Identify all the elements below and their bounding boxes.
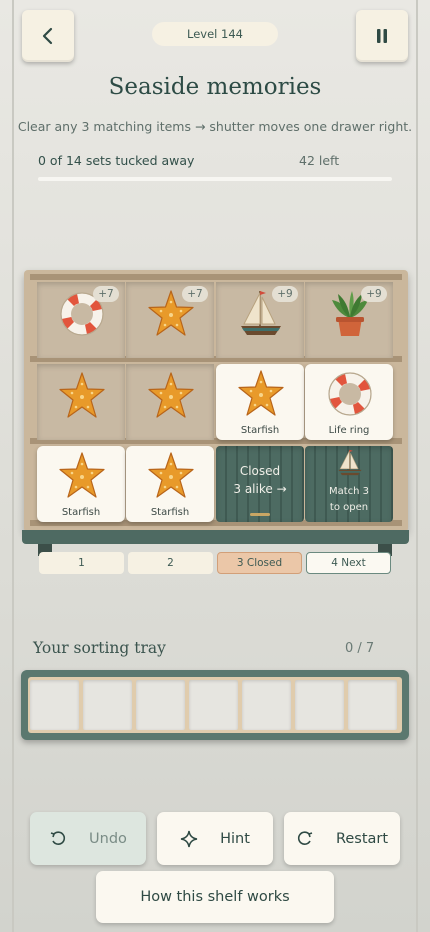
undo-label: Undo bbox=[89, 830, 127, 847]
closed-shutter: Closed 3 alike → bbox=[216, 446, 304, 522]
tray-title: Your sorting tray bbox=[33, 639, 166, 657]
restart-icon bbox=[297, 830, 313, 845]
shelf-item-starfish bbox=[126, 364, 214, 440]
right-frame-line bbox=[416, 0, 418, 932]
tray-slot[interactable] bbox=[295, 680, 344, 730]
progress-text: 0 of 14 sets tucked away bbox=[38, 153, 195, 168]
shelf-item-starfish bbox=[37, 364, 125, 440]
column-tab-2[interactable]: 2 bbox=[128, 552, 213, 574]
level-label: Level 144 bbox=[152, 22, 278, 46]
instructions: Clear any 3 matching items → shutter mov… bbox=[17, 119, 413, 134]
column-tab-4[interactable]: 4 Next bbox=[306, 552, 391, 574]
hint-label: Hint bbox=[220, 830, 250, 847]
item-label: Starfish bbox=[150, 507, 190, 518]
shelf-rail bbox=[30, 274, 402, 280]
column-tab-1[interactable]: 1 bbox=[39, 552, 124, 574]
shelf-item-starfish[interactable]: Starfish bbox=[216, 364, 304, 440]
undo-button[interactable]: Undo bbox=[30, 812, 146, 865]
starfish-icon bbox=[59, 372, 105, 418]
locked-line-1: Match 3 bbox=[328, 486, 370, 497]
shelf-item-starfish[interactable]: Starfish bbox=[37, 446, 125, 522]
tray-count: 0 / 7 bbox=[345, 641, 375, 656]
starfish-icon bbox=[148, 452, 194, 498]
stack-count-badge: +9 bbox=[361, 286, 387, 302]
item-label: Life ring bbox=[328, 425, 370, 436]
shelf-item-starfish: +7 bbox=[126, 282, 214, 358]
sorting-tray bbox=[21, 670, 409, 740]
column-tab-3[interactable]: 3 Closed bbox=[217, 552, 302, 574]
shelf: +7 +7 +9 +9 Starfish Life ring Starfish Starfis… bbox=[24, 270, 408, 532]
tray-slot[interactable] bbox=[189, 680, 238, 730]
item-label: Starfish bbox=[61, 507, 101, 518]
shelf-item-potted-plant: +9 bbox=[305, 282, 393, 358]
starfish-icon bbox=[238, 370, 284, 416]
stack-count-badge: +9 bbox=[272, 286, 298, 302]
chevron-left-icon bbox=[42, 27, 53, 45]
back-button[interactable] bbox=[22, 10, 74, 62]
remaining-count: 42 left bbox=[299, 153, 340, 168]
progress-bar bbox=[38, 177, 392, 181]
tray-inner bbox=[28, 677, 402, 733]
left-frame-line bbox=[12, 0, 14, 932]
stack-count-badge: +7 bbox=[93, 286, 119, 302]
item-label: Starfish bbox=[240, 425, 280, 436]
page-title: Seaside memories bbox=[108, 74, 322, 100]
restart-label: Restart bbox=[335, 830, 389, 847]
locked-drawer: Match 3 to open bbox=[305, 446, 393, 522]
pause-icon bbox=[377, 29, 387, 43]
shelf-item-life-ring: +7 bbox=[37, 282, 125, 358]
starfish-icon bbox=[59, 452, 105, 498]
starfish-icon bbox=[148, 372, 194, 418]
life-ring-icon bbox=[328, 372, 372, 416]
shutter-hint: 3 alike → bbox=[233, 482, 287, 496]
how-it-works-button[interactable]: How this shelf works bbox=[96, 871, 334, 923]
tray-slot[interactable] bbox=[83, 680, 132, 730]
how-it-works-label: How this shelf works bbox=[140, 889, 290, 905]
tray-slot[interactable] bbox=[348, 680, 397, 730]
hint-button[interactable]: Hint bbox=[157, 812, 273, 865]
tray-slot[interactable] bbox=[136, 680, 185, 730]
shutter-handle bbox=[250, 513, 270, 516]
undo-icon bbox=[50, 830, 66, 845]
restart-button[interactable]: Restart bbox=[284, 812, 400, 865]
shelf-item-life-ring[interactable]: Life ring bbox=[305, 364, 393, 440]
locked-text: Match 3 to open bbox=[305, 484, 393, 516]
shutter-text: Closed 3 alike → bbox=[216, 462, 304, 498]
locked-line-2: to open bbox=[329, 502, 369, 513]
shutter-status: Closed bbox=[239, 464, 281, 478]
stack-count-badge: +7 bbox=[182, 286, 208, 302]
shelf-base bbox=[22, 530, 409, 544]
shelf-item-sailboat: +9 bbox=[216, 282, 304, 358]
pause-button[interactable] bbox=[356, 10, 408, 62]
tray-slot[interactable] bbox=[242, 680, 291, 730]
sailboat-icon bbox=[338, 449, 362, 476]
tray-slot[interactable] bbox=[30, 680, 79, 730]
sparkle-icon bbox=[180, 830, 198, 847]
shelf-item-starfish[interactable]: Starfish bbox=[126, 446, 214, 522]
